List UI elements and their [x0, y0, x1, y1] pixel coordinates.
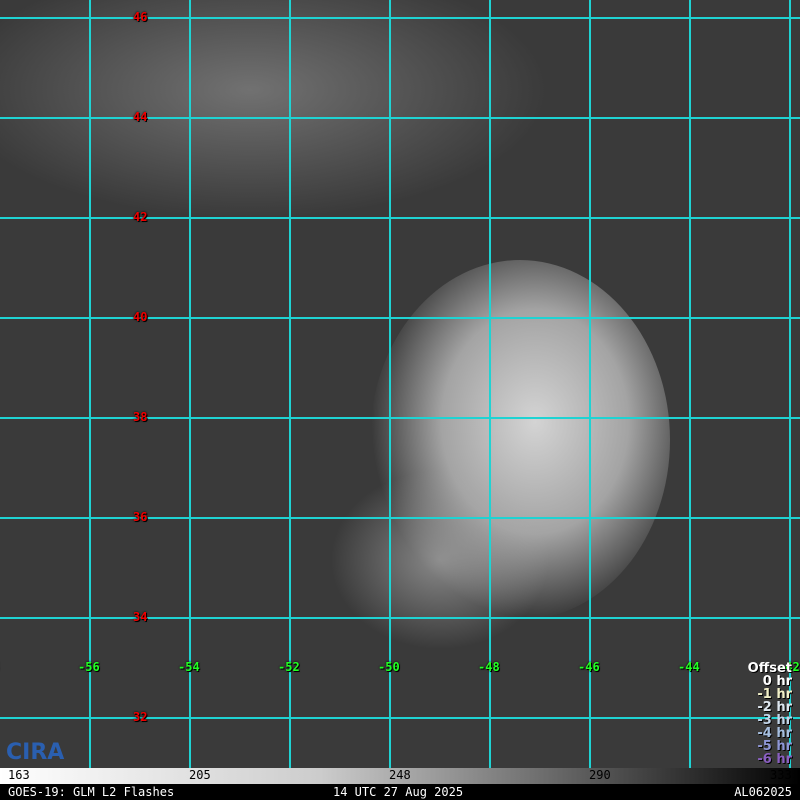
- longitude-line: [389, 0, 391, 768]
- latitude-label: 42: [133, 210, 148, 224]
- latitude-line: [0, 717, 800, 719]
- longitude-line: [189, 0, 191, 768]
- footer-product: GOES-19: GLM L2 Flashes: [8, 785, 175, 799]
- latitude-label: 44: [133, 110, 148, 124]
- longitude-line: [89, 0, 91, 768]
- latitude-line: [0, 617, 800, 619]
- latitude-line: [0, 317, 800, 319]
- colorbar-tick: 333: [770, 768, 792, 782]
- longitude-label: -44: [678, 660, 700, 674]
- longitude-line: [589, 0, 591, 768]
- latitude-line: [0, 517, 800, 519]
- latitude-label: 38: [133, 410, 148, 424]
- footer-storm-id: AL062025: [734, 785, 792, 799]
- footer-time: 14 UTC 27 Aug 2025: [333, 785, 464, 799]
- colorbar-tick: 248: [389, 768, 411, 782]
- longitude-line: [689, 0, 691, 768]
- legend-item: -6 hr: [757, 752, 792, 767]
- latitude-label: 34: [133, 610, 148, 624]
- latitude-label: 46: [133, 10, 148, 24]
- latitude-line: [0, 117, 800, 119]
- offset-legend: Offset 0 hr -1 hr -2 hr -3 hr -4 hr -5 hr -6 h…: [748, 662, 792, 766]
- longitude-label: -56: [78, 660, 100, 674]
- colorbar-tick: 163: [8, 768, 30, 782]
- latitude-label: 32: [133, 710, 148, 724]
- latitude-line: [0, 17, 800, 19]
- storm-tail: [330, 470, 550, 650]
- colorbar-tick: 205: [189, 768, 211, 782]
- longitude-line: [789, 0, 791, 768]
- colorbar-tick: 290: [589, 768, 611, 782]
- longitude-label: -48: [478, 660, 500, 674]
- longitude-label: -54: [178, 660, 200, 674]
- latitude-label: 40: [133, 310, 148, 324]
- latitude-line: [0, 417, 800, 419]
- longitude-label: -50: [378, 660, 400, 674]
- cloud-band-north: [0, 0, 550, 220]
- latitude-label: 36: [133, 510, 148, 524]
- footer: GOES-19: GLM L2 Flashes 14 UTC 27 Aug 20…: [0, 784, 800, 800]
- longitude-label: -46: [578, 660, 600, 674]
- cira-logo: CIRA: [6, 740, 65, 765]
- longitude-line: [489, 0, 491, 768]
- longitude-label: -52: [278, 660, 300, 674]
- colorbar: 163 205 248 290 333: [0, 768, 800, 784]
- satellite-map[interactable]: 4644424038363432-58-56-54-52-50-48-46-44…: [0, 0, 800, 768]
- latitude-line: [0, 217, 800, 219]
- longitude-line: [289, 0, 291, 768]
